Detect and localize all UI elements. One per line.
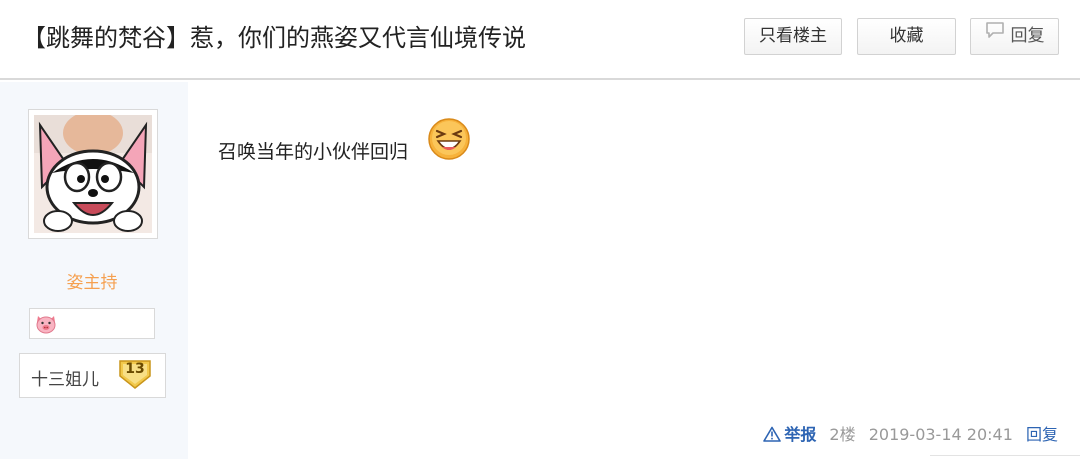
favorite-button[interactable]: 收藏 [857, 18, 956, 55]
post-time: 2019-03-14 20:41 [868, 424, 1013, 444]
reply-button[interactable]: 回复 [970, 18, 1059, 55]
report-label: 举报 [784, 424, 817, 444]
level-name: 十三姐儿 [31, 370, 99, 390]
speech-bubble-icon [985, 17, 1005, 52]
level-badge: 13 [118, 358, 152, 390]
only-author-button[interactable]: 只看楼主 [744, 18, 842, 55]
divider [930, 455, 1080, 459]
report-link[interactable]: 举报 [763, 422, 816, 447]
post-content: 召唤当年的小伙伴回归 [218, 141, 409, 163]
author-name[interactable]: 姿主持 [0, 268, 184, 293]
warning-triangle-icon [763, 426, 782, 442]
pig-icon[interactable] [35, 314, 57, 338]
author-sidebar: 姿主持 十三姐儿 13 [0, 82, 188, 459]
level-box[interactable]: 十三姐儿 13 [19, 353, 166, 398]
reply-button-label: 回复 [1010, 26, 1045, 46]
reply-link[interactable]: 回复 [1026, 423, 1058, 447]
level-number: 13 [125, 361, 145, 377]
author-icon-box [29, 308, 155, 339]
cartoon-dog-avatar [34, 115, 152, 233]
avatar[interactable] [28, 109, 158, 239]
thread-header: 【跳舞的梵谷】惹，你们的燕姿又代言仙境传说 只看楼主 收藏 回复 [0, 0, 1080, 80]
laughing-face-icon [427, 117, 471, 165]
floor-number: 2楼 [829, 424, 856, 444]
thread-title: 【跳舞的梵谷】惹，你们的燕姿又代言仙境传说 [22, 24, 526, 52]
post-footer: 举报 2楼 2019-03-14 20:41 回复 [763, 422, 1058, 446]
